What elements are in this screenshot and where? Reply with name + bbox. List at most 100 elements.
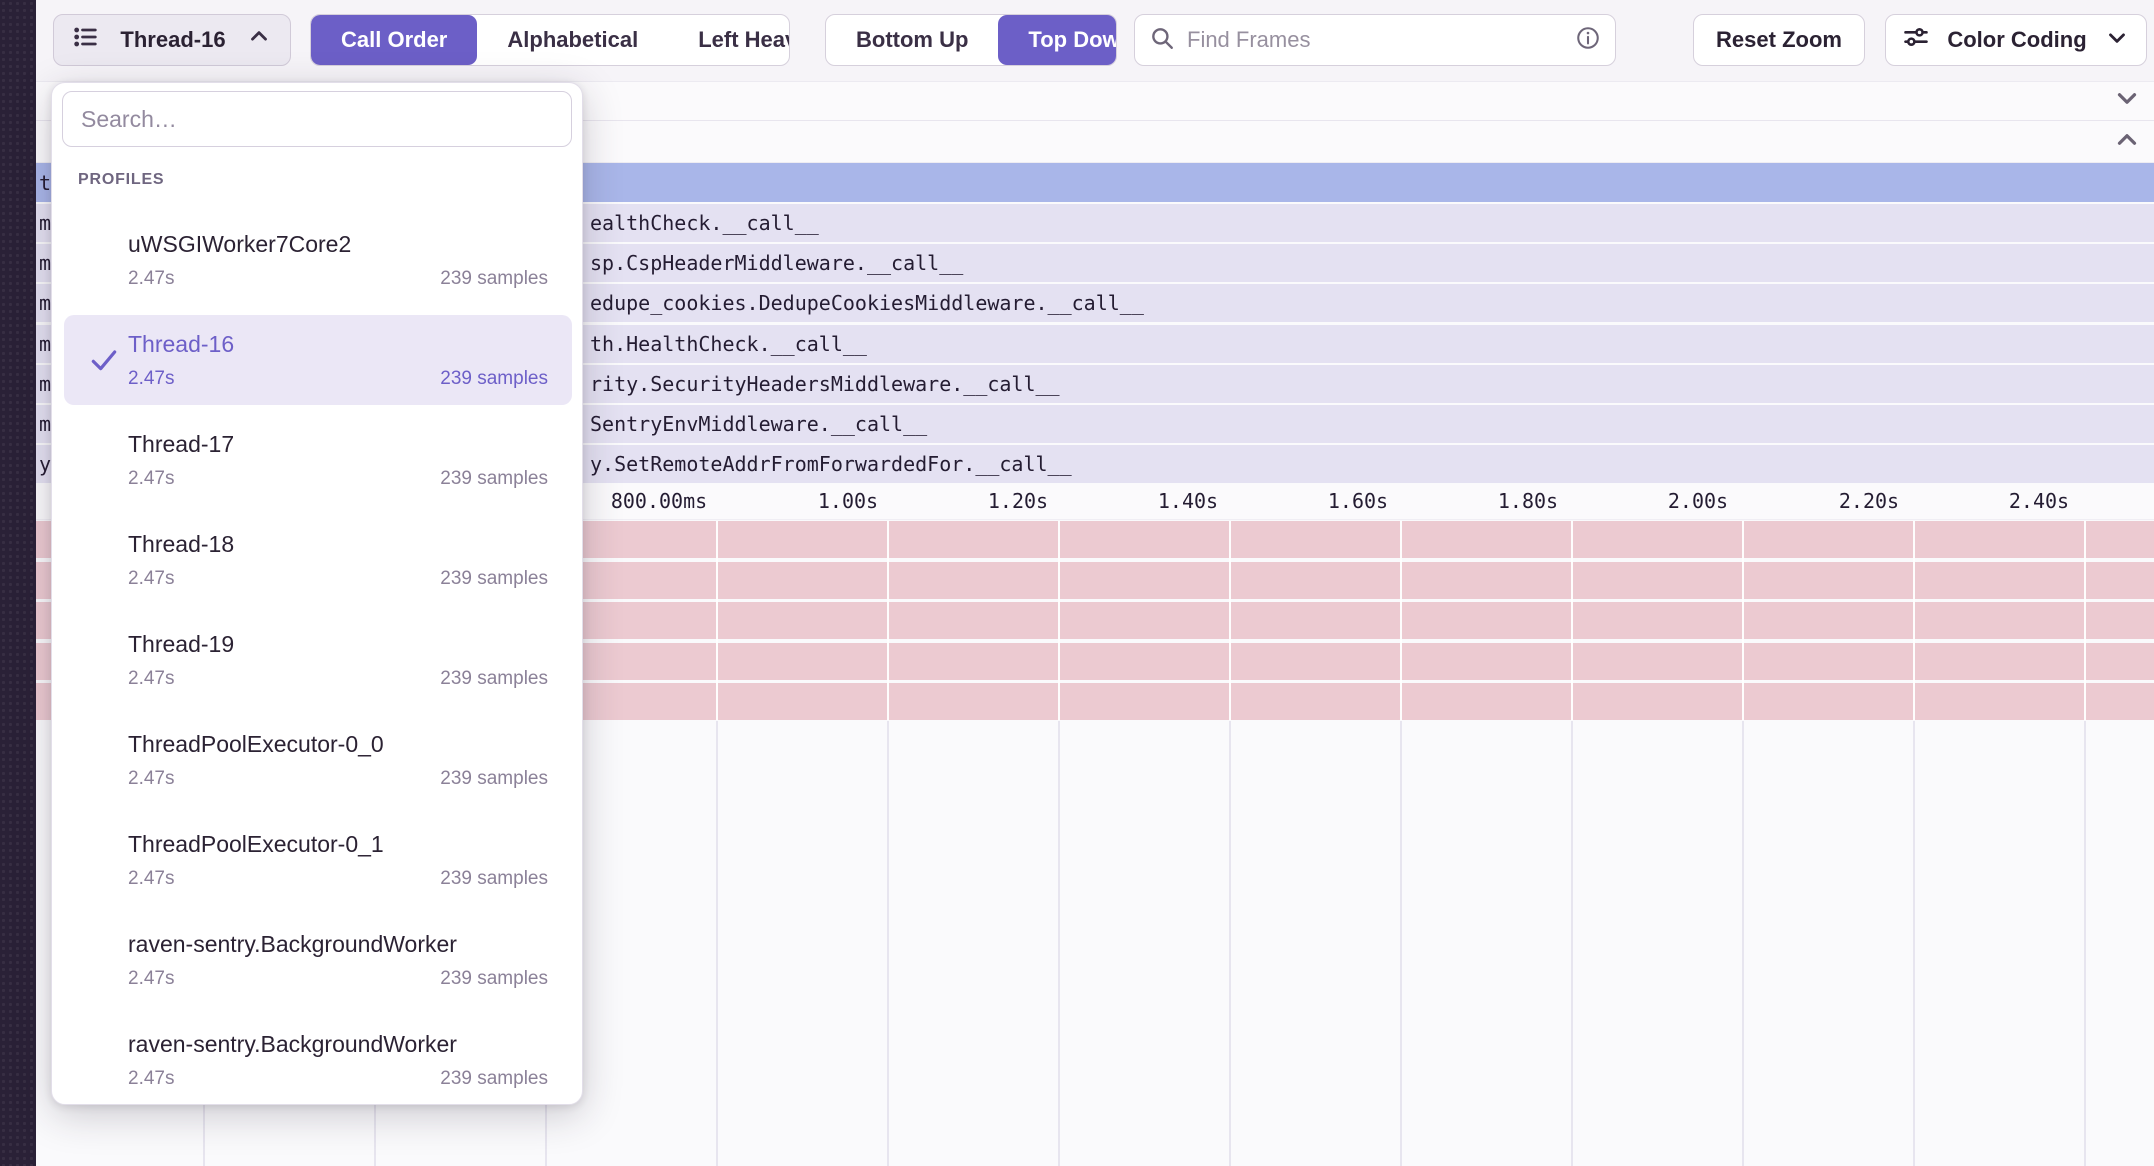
profile-item-duration: 2.47s (128, 367, 174, 391)
profile-item-samples: 239 samples (440, 467, 548, 491)
profile-item-name: Thread-19 (128, 629, 548, 659)
gridline (1229, 721, 1231, 1166)
profile-item-meta: 2.47s 239 samples (128, 467, 548, 491)
gridline (2084, 721, 2086, 1166)
profile-item-name: raven-sentry.BackgroundWorker (128, 1029, 548, 1059)
axis-tick-label: 1.20s (988, 489, 1048, 513)
chevron-up-icon (246, 24, 272, 56)
profile-picker-dropdown: PROFILES uWSGIWorker7Core22.47s239 sampl… (51, 82, 583, 1105)
gridline (2084, 521, 2086, 720)
profile-item-meta: 2.47s239 samples (128, 867, 548, 891)
chevron-down-icon[interactable] (2112, 83, 2142, 118)
profile-item-name: Thread-18 (128, 529, 548, 559)
profile-item[interactable]: ThreadPoolExecutor-0_1 2.47s239 samples (64, 815, 572, 905)
gridline (887, 721, 889, 1166)
sort-mode-alphabetical[interactable]: Alphabetical (477, 15, 668, 65)
reset-zoom-button[interactable]: Reset Zoom (1693, 14, 1865, 66)
chevron-up-icon[interactable] (2112, 124, 2142, 159)
direction-top-down[interactable]: Top Down (998, 15, 1117, 65)
profile-item[interactable]: ThreadPoolExecutor-0_02.47s239 samples (64, 715, 572, 805)
left-navigation-rail (0, 0, 36, 1166)
sort-mode-group: Call Order Alphabetical Left Heavy (310, 14, 790, 66)
profile-item-name: ThreadPoolExecutor-0_0 (128, 729, 548, 759)
profile-item-meta: 2.47s 239 samples (128, 567, 548, 591)
frame-label-fragment: m (39, 251, 51, 275)
profile-item-duration: 2.47s (128, 467, 174, 491)
frame-label-fragment: m (39, 291, 51, 315)
direction-bottom-up[interactable]: Bottom Up (826, 15, 998, 65)
profile-item[interactable]: Thread-17 2.47s 239 samples (64, 415, 572, 505)
profile-list: uWSGIWorker7Core22.47s239 samplesThread-… (64, 215, 572, 1115)
profile-item-duration: 2.47s (128, 967, 174, 991)
frame-label-fragment: m (39, 372, 51, 396)
profile-item-samples: 239 samples (440, 967, 548, 991)
axis-tick-label: 2.00s (1668, 489, 1728, 513)
gridline (1913, 721, 1915, 1166)
profile-item-duration: 2.47s (128, 567, 174, 591)
frame-label: sp.CspHeaderMiddleware.__call__ (590, 251, 963, 275)
profiles-section-label: PROFILES (78, 171, 164, 189)
profile-item-meta: 2.47s 239 samples (128, 667, 548, 691)
profile-item-samples: 239 samples (440, 1067, 548, 1091)
profile-search-input[interactable] (63, 106, 571, 133)
profile-item-duration: 2.47s (128, 667, 174, 691)
axis-tick-label: 1.60s (1328, 489, 1388, 513)
profile-item-samples: 239 samples (440, 367, 548, 391)
profile-item[interactable]: uWSGIWorker7Core22.47s239 samples (64, 215, 572, 305)
profile-item-duration: 2.47s (128, 1067, 174, 1091)
gridline (1400, 721, 1402, 1166)
frame-label: ealthCheck.__call__ (590, 211, 819, 235)
frame-label-fragment: m (39, 412, 51, 436)
gridline (887, 521, 889, 720)
gridline (1571, 721, 1573, 1166)
frame-label: rity.SecurityHeadersMiddleware.__call__ (590, 372, 1060, 396)
axis-tick-label: 1.80s (1498, 489, 1558, 513)
gridline (1058, 521, 1060, 720)
color-coding-button[interactable]: Color Coding (1885, 14, 2147, 66)
profile-item[interactable]: Thread-16 2.47s 239 samples (64, 315, 572, 405)
info-icon[interactable] (1575, 25, 1601, 56)
gridline (1571, 521, 1573, 720)
profile-item-name: ThreadPoolExecutor-0_1 (128, 829, 548, 859)
sliders-icon (1902, 23, 1930, 57)
axis-tick-label: 1.00s (818, 489, 878, 513)
gridline (716, 521, 718, 720)
frame-label-fragment: y (39, 452, 51, 476)
axis-tick-label: 800.00ms (611, 489, 707, 513)
axis-tick-label: 2.20s (1839, 489, 1899, 513)
sort-mode-call-order[interactable]: Call Order (311, 15, 477, 65)
gridline (1913, 521, 1915, 720)
gridline (1058, 721, 1060, 1166)
frame-label: SentryEnvMiddleware.__call__ (590, 412, 927, 436)
thread-selector-label: Thread-16 (120, 27, 225, 53)
flamegraph-toolbar: Thread-16 Call Order Alphabetical Left H… (36, 0, 2154, 82)
profile-item-meta: 2.47s 239 samples (128, 967, 548, 991)
profile-item-samples: 239 samples (440, 867, 548, 891)
profile-item[interactable]: raven-sentry.BackgroundWorker 2.47s 239 sa… (64, 1015, 572, 1105)
direction-mode-group: Bottom Up Top Down (825, 14, 1117, 66)
profile-item[interactable]: Thread-19 2.47s 239 samples (64, 615, 572, 705)
profile-item-meta: 2.47s 239 samples (128, 1067, 548, 1091)
frame-label: th.HealthCheck.__call__ (590, 332, 867, 356)
frame-label-fragment: m (39, 211, 51, 235)
profile-item-name: raven-sentry.BackgroundWorker (128, 929, 548, 959)
profile-item-meta: 2.47s 239 samples (128, 267, 548, 291)
profile-item-samples: 239 samples (440, 267, 548, 291)
gridline (1229, 521, 1231, 720)
sort-mode-left-heavy[interactable]: Left Heavy (668, 15, 790, 65)
profile-item-name: Thread-16 (128, 329, 548, 359)
axis-tick-label: 2.40s (2009, 489, 2069, 513)
profile-item-duration: 2.47s (128, 267, 174, 291)
find-frames-input[interactable] (1185, 26, 1575, 54)
profile-item-samples: 239 samples (440, 567, 548, 591)
profile-search (62, 91, 572, 147)
check-icon (88, 344, 120, 376)
frame-label-fragment: m (39, 332, 51, 356)
profile-item-name: Thread-17 (128, 429, 548, 459)
profile-item-samples: 239 samples (440, 667, 548, 691)
thread-selector-button[interactable]: Thread-16 (53, 14, 291, 66)
chevron-down-icon (2104, 24, 2130, 56)
profile-item[interactable]: raven-sentry.BackgroundWorker 2.47s 239 sa… (64, 915, 572, 1005)
axis-tick-label: 1.40s (1158, 489, 1218, 513)
profile-item[interactable]: Thread-18 2.47s 239 samples (64, 515, 572, 605)
